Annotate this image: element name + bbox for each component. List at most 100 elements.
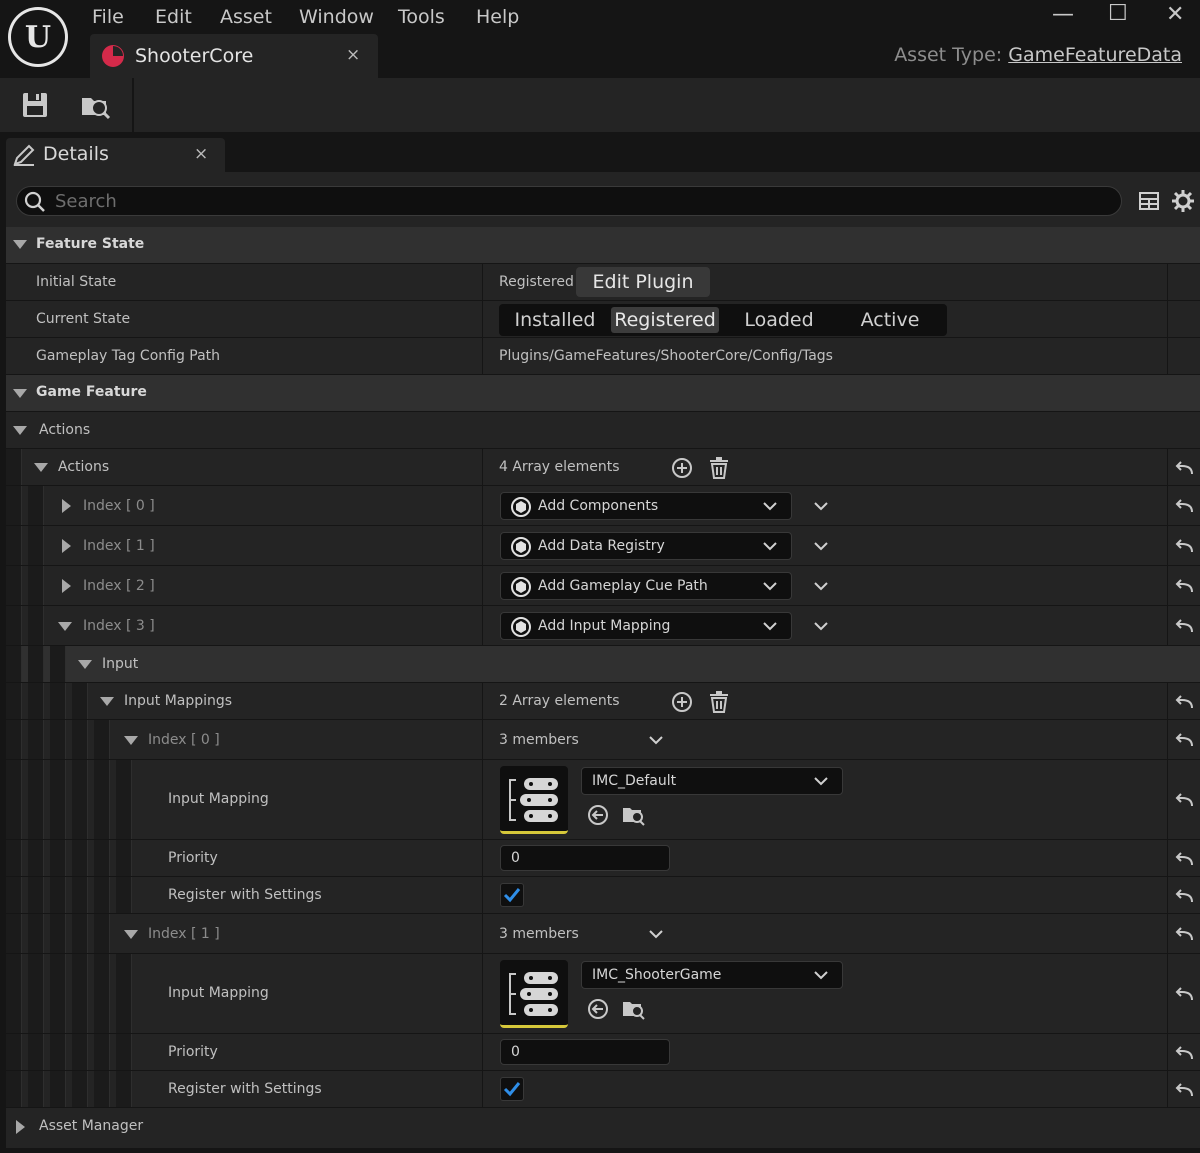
priority-input[interactable]: 0 <box>500 1039 670 1065</box>
asset-type-link[interactable]: GameFeatureData <box>1008 44 1182 66</box>
reset-to-default-icon[interactable] <box>1174 888 1196 904</box>
minimize-button[interactable]: — <box>1052 2 1074 27</box>
reset-to-default-icon[interactable] <box>1174 1045 1196 1061</box>
menu-tools[interactable]: Tools <box>398 6 445 28</box>
collapsed-arrow-icon[interactable] <box>62 579 72 593</box>
reset-to-default-icon[interactable] <box>1174 618 1196 634</box>
action-type-combo[interactable]: Add Gameplay Cue Path <box>500 572 792 600</box>
cube-class-icon <box>511 537 531 557</box>
collapsed-arrow-icon[interactable] <box>62 539 72 553</box>
add-element-icon[interactable] <box>671 691 693 713</box>
collapsed-arrow-icon[interactable] <box>62 499 72 513</box>
chevron-down-icon[interactable] <box>649 736 663 745</box>
menu-help[interactable]: Help <box>476 6 519 28</box>
table-view-icon[interactable] <box>1138 190 1160 212</box>
chevron-down-icon[interactable] <box>649 930 663 939</box>
close-tab-icon[interactable]: × <box>346 45 360 65</box>
collapsed-arrow-icon[interactable] <box>16 1120 26 1134</box>
cube-class-icon <box>511 577 531 597</box>
chevron-down-icon <box>763 542 777 551</box>
reset-to-default-icon[interactable] <box>1174 578 1196 594</box>
reset-to-default-icon[interactable] <box>1174 538 1196 554</box>
close-window-button[interactable]: ✕ <box>1166 2 1184 27</box>
menu-asset[interactable]: Asset <box>220 6 272 28</box>
tag-config-path-value: Plugins/GameFeatures/ShooterCore/Config/… <box>499 348 833 364</box>
search-input[interactable] <box>55 189 1105 213</box>
action-type-combo[interactable]: Add Components <box>500 492 792 520</box>
state-installed[interactable]: Installed <box>507 307 603 333</box>
register-checkbox[interactable] <box>500 1077 524 1101</box>
expand-arrow-icon[interactable] <box>124 930 138 940</box>
state-registered[interactable]: Registered <box>611 307 719 333</box>
asset-picker-combo[interactable]: IMC_Default <box>581 767 843 795</box>
expand-arrow-icon[interactable] <box>13 240 27 250</box>
expand-arrow-icon[interactable] <box>78 660 92 670</box>
browse-asset-icon[interactable] <box>622 998 646 1020</box>
reset-to-default-icon[interactable] <box>1174 732 1196 748</box>
expand-arrow-icon[interactable] <box>58 622 72 632</box>
reset-to-default-icon[interactable] <box>1174 986 1196 1002</box>
reset-to-default-icon[interactable] <box>1174 792 1196 808</box>
add-element-icon[interactable] <box>671 457 693 479</box>
expand-arrow-icon[interactable] <box>100 697 114 707</box>
state-loaded[interactable]: Loaded <box>725 307 833 333</box>
expand-arrow-icon[interactable] <box>34 463 48 473</box>
details-tab[interactable]: Details × <box>6 138 225 172</box>
category-title: Input <box>102 656 139 672</box>
priority-input[interactable]: 0 <box>500 845 670 871</box>
register-checkbox[interactable] <box>500 883 524 907</box>
reset-to-default-icon[interactable] <box>1174 694 1196 710</box>
menu-edit[interactable]: Edit <box>155 6 192 28</box>
asset-thumbnail[interactable] <box>500 960 568 1028</box>
search-box[interactable] <box>16 186 1122 216</box>
row-priority-1: Priority 0 <box>6 1034 1200 1071</box>
cube-class-icon <box>511 617 531 637</box>
game-feature-icon <box>102 45 124 67</box>
state-active[interactable]: Active <box>837 307 943 333</box>
category-input[interactable]: Input <box>6 646 1200 683</box>
expand-arrow-icon[interactable] <box>124 736 138 746</box>
reset-to-default-icon[interactable] <box>1174 926 1196 942</box>
chevron-down-icon[interactable] <box>814 582 828 591</box>
unreal-logo[interactable]: U <box>8 7 68 67</box>
group-asset-manager[interactable]: Asset Manager <box>6 1108 1200 1145</box>
group-actions[interactable]: Actions <box>6 412 1200 449</box>
trash-icon[interactable] <box>708 456 730 480</box>
reset-to-default-icon[interactable] <box>1174 498 1196 514</box>
document-tab-shootercore[interactable]: ShooterCore × <box>90 34 378 78</box>
asset-picker-combo[interactable]: IMC_ShooterGame <box>581 961 843 989</box>
asset-thumbnail[interactable] <box>500 766 568 834</box>
row-tag-config-path: Gameplay Tag Config Path Plugins/GameFea… <box>6 338 1200 375</box>
action-type-combo[interactable]: Add Input Mapping <box>500 612 792 640</box>
property-label: Current State <box>36 311 131 327</box>
edit-plugin-button[interactable]: Edit Plugin <box>576 267 710 297</box>
browse-icon[interactable] <box>80 90 112 120</box>
reset-to-default-icon[interactable] <box>1174 1082 1196 1098</box>
chevron-down-icon[interactable] <box>814 542 828 551</box>
trash-icon[interactable] <box>708 690 730 714</box>
chevron-down-icon[interactable] <box>814 622 828 631</box>
chevron-down-icon <box>814 971 828 980</box>
close-details-icon[interactable]: × <box>194 144 208 164</box>
gear-icon[interactable] <box>1171 189 1195 213</box>
menu-file[interactable]: File <box>92 6 124 28</box>
reset-to-default-icon[interactable] <box>1174 851 1196 867</box>
property-label: Actions <box>58 459 110 475</box>
reset-to-default-icon[interactable] <box>1174 460 1196 476</box>
category-feature-state[interactable]: Feature State <box>6 227 1200 264</box>
save-icon[interactable] <box>20 90 52 120</box>
row-register-1: Register with Settings <box>6 1071 1200 1108</box>
category-game-feature[interactable]: Game Feature <box>6 375 1200 412</box>
chevron-down-icon[interactable] <box>814 502 828 511</box>
expand-arrow-icon[interactable] <box>13 389 27 399</box>
property-label: Input Mapping <box>168 791 269 807</box>
use-selected-icon[interactable] <box>587 998 609 1020</box>
maximize-button[interactable]: ☐ <box>1108 1 1128 26</box>
use-selected-icon[interactable] <box>587 804 609 826</box>
combo-value: Add Data Registry <box>538 538 665 554</box>
menu-window[interactable]: Window <box>299 6 374 28</box>
action-type-combo[interactable]: Add Data Registry <box>500 532 792 560</box>
expand-arrow-icon[interactable] <box>13 426 27 436</box>
cube-class-icon <box>511 497 531 517</box>
browse-asset-icon[interactable] <box>622 804 646 826</box>
